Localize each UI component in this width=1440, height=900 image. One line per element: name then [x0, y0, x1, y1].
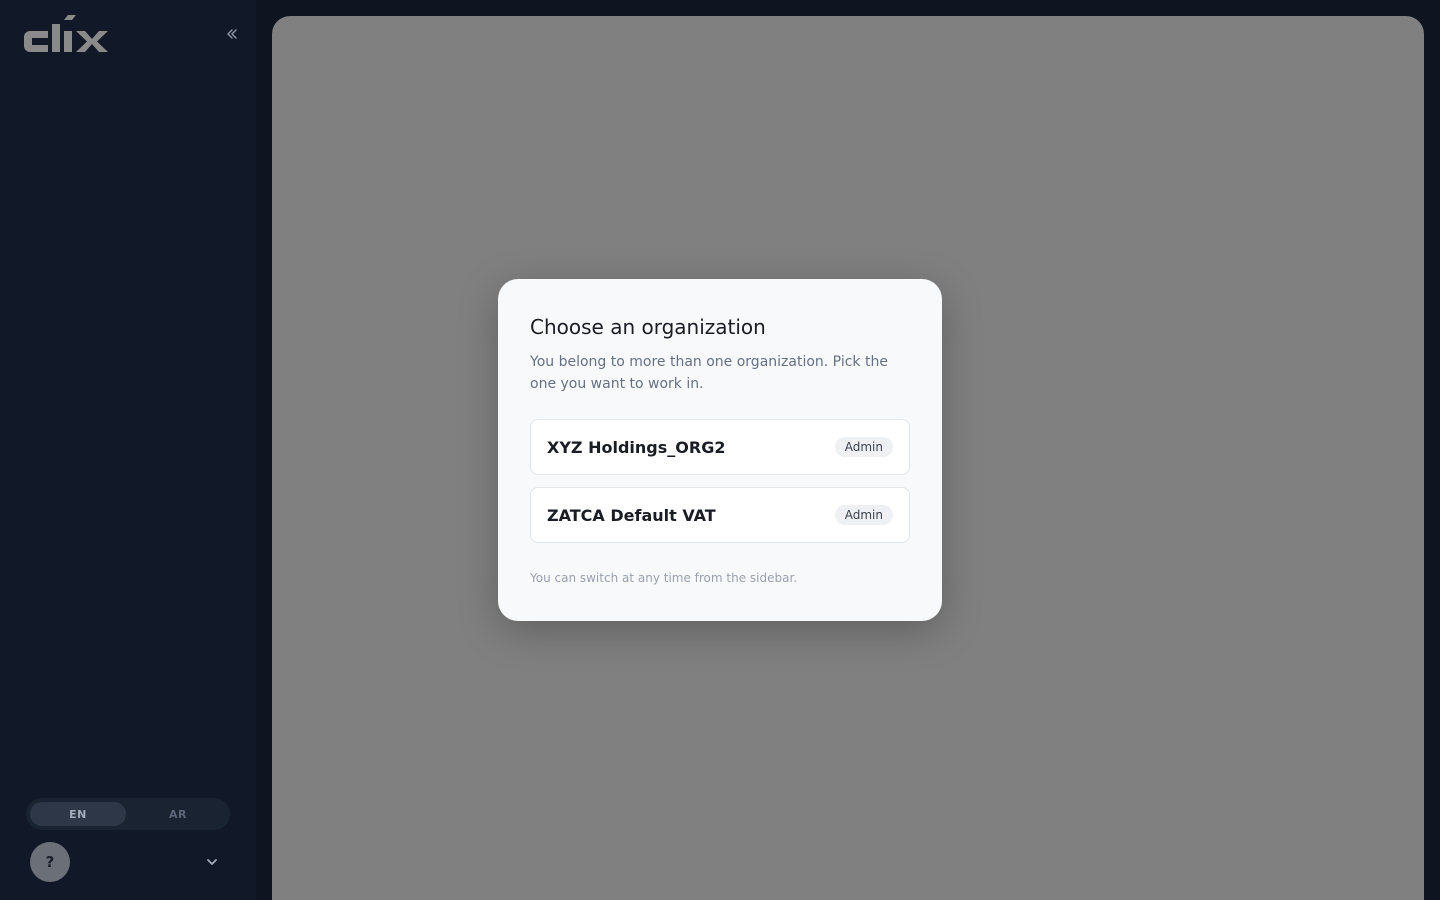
sidebar: EN AR ? [0, 0, 256, 900]
language-toggle: EN AR [26, 798, 230, 830]
organization-option[interactable]: ZATCA Default VAT Admin [530, 487, 910, 543]
help-button[interactable]: ? [30, 842, 70, 882]
account-menu-button[interactable] [200, 850, 224, 874]
language-option-en[interactable]: EN [30, 802, 126, 826]
role-badge: Admin [834, 505, 893, 525]
modal-title: Choose an organization [530, 315, 766, 339]
language-option-ar[interactable]: AR [130, 802, 226, 826]
double-chevron-left-icon [227, 29, 237, 39]
collapse-sidebar-button[interactable] [220, 22, 244, 46]
organization-name: XYZ Holdings_ORG2 [547, 437, 726, 457]
clix-logo[interactable] [14, 12, 124, 58]
modal-footer-note: You can switch at any time from the side… [530, 571, 798, 585]
app-root: EN AR ? Choose an organization You belon… [0, 0, 1440, 900]
modal-description: You belong to more than one organization… [530, 354, 888, 392]
role-badge: Admin [834, 437, 893, 457]
choose-organization-modal: Choose an organization You belong to mor… [498, 279, 942, 621]
chevron-down-icon [207, 859, 217, 865]
organization-option[interactable]: XYZ Holdings_ORG2 Admin [530, 419, 910, 475]
organization-list: XYZ Holdings_ORG2 Admin ZATCA Default VA… [530, 419, 910, 543]
organization-name: ZATCA Default VAT [547, 505, 716, 525]
